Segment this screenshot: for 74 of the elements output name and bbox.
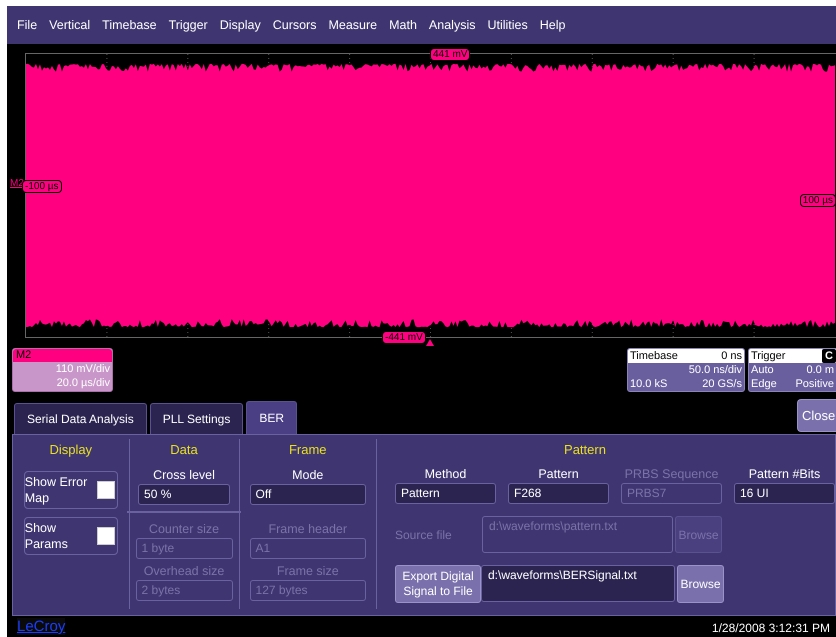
time-marker: 100 µs	[800, 194, 836, 207]
field-label: Pattern	[538, 466, 579, 483]
descriptor-title: Trigger	[751, 349, 786, 363]
checkbox-button[interactable]: Show Error Map	[24, 471, 118, 509]
channel-scale: 110 mV/div	[54, 362, 111, 376]
channel-descriptor[interactable]: M2 110 mV/div 20.0 µs/div	[12, 348, 113, 392]
menu-item[interactable]: Math	[383, 16, 423, 34]
menu-item[interactable]: Timebase	[96, 16, 163, 34]
time-marker: -100 µs	[22, 180, 62, 193]
field-label: Mode	[292, 467, 324, 484]
input-field: d:\waveforms\pattern.txt	[482, 516, 673, 553]
checkbox-label: Show Params	[24, 520, 69, 552]
descriptor-value: 20 GS/s	[702, 377, 742, 391]
section-title: Pattern	[563, 441, 607, 459]
input-field[interactable]: d:\waveforms\BERSignal.txt	[481, 565, 675, 602]
descriptor-value: Auto	[751, 363, 774, 377]
menu-item[interactable]: Vertical	[43, 16, 96, 34]
browse-button[interactable]: Browse	[677, 565, 724, 603]
input-field[interactable]: 16 UI	[734, 483, 835, 504]
close-button[interactable]: Close	[797, 399, 836, 432]
channel-name: M2	[13, 349, 112, 362]
input-field: 127 bytes	[250, 580, 366, 601]
field-label: Frame size	[276, 563, 339, 580]
menu-item[interactable]: Help	[534, 16, 572, 34]
input-field[interactable]: Pattern	[395, 483, 496, 504]
input-field: PRBS7	[621, 483, 722, 504]
input-field[interactable]: F268	[508, 483, 609, 504]
input-field: 1 byte	[136, 538, 233, 559]
field-label: Overhead size	[144, 563, 224, 580]
field-label: Source file	[395, 528, 453, 542]
menu-item[interactable]: Analysis	[422, 16, 482, 34]
date-time: 1/28/2008 3:12:31 PM	[712, 621, 830, 635]
field-label: Pattern #Bits	[748, 466, 820, 483]
timebase-descriptor[interactable]: Timebase 0 ns 50.0 ns/div 10.0 kS 20 GS/s	[627, 348, 745, 392]
input-field: 2 bytes	[136, 580, 233, 601]
trigger-descriptor[interactable]: Trigger C Auto 0.0 m Edge Positive	[748, 348, 836, 392]
section-title: Data	[170, 441, 198, 459]
descriptor-value: Positive	[795, 377, 834, 391]
field-label: PRBS Sequence	[624, 466, 718, 483]
descriptor-title: Timebase	[630, 349, 678, 363]
trigger-marker-icon	[426, 339, 434, 346]
descriptor-value: 10.0 kS	[630, 377, 668, 391]
field-label: Cross level	[153, 467, 215, 484]
checkbox-label: Show Error Map	[24, 474, 88, 506]
input-field: A1	[250, 538, 366, 559]
checkbox[interactable]	[96, 481, 115, 499]
descriptor-value: 0 ns	[721, 349, 742, 363]
checkbox-button[interactable]: Show Params	[24, 517, 118, 555]
field-label: Counter size	[148, 521, 220, 538]
checkbox[interactable]	[96, 527, 115, 545]
source-badge: C	[822, 349, 836, 363]
tab[interactable]: BER	[246, 401, 298, 434]
export-button[interactable]: Export Digital Signal to File	[395, 565, 481, 603]
field-label: Frame header	[268, 521, 348, 538]
tab[interactable]: Serial Data Analysis	[14, 403, 147, 434]
input-field[interactable]: Off	[250, 484, 366, 505]
descriptor-value: 0.0 m	[806, 363, 834, 377]
menu-item[interactable]: Cursors	[266, 16, 322, 34]
level-marker: 441 mV	[430, 48, 470, 61]
menu-item[interactable]: Display	[214, 16, 267, 34]
section-title: Display	[49, 441, 92, 459]
tab[interactable]: PLL Settings	[150, 403, 244, 434]
field-label: Method	[424, 466, 466, 483]
descriptor-value: Edge	[751, 377, 777, 391]
level-marker: -441 mV	[382, 331, 426, 344]
menu-item[interactable]: Trigger	[162, 16, 214, 34]
menu-item[interactable]: Measure	[322, 16, 384, 34]
section-title: Frame	[288, 441, 327, 459]
channel-scale: 20.0 µs/div	[56, 376, 111, 390]
descriptor-value: 50.0 ns/div	[688, 363, 742, 377]
menu-item[interactable]: Utilities	[481, 16, 534, 34]
trace-label: M2	[10, 178, 24, 189]
input-field[interactable]: 50 %	[138, 484, 230, 505]
menu-item[interactable]: File	[11, 16, 44, 34]
